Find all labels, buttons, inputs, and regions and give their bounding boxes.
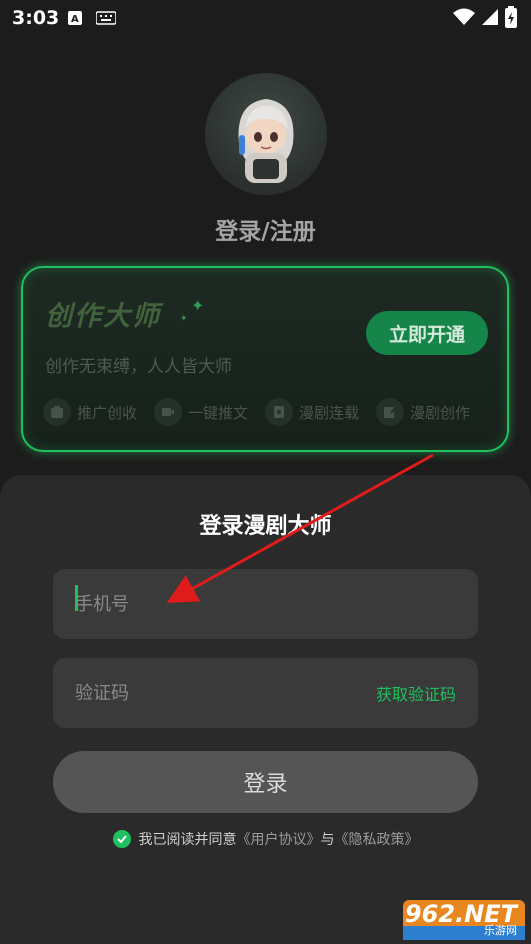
feature-label: 漫剧连载: [299, 403, 360, 422]
feature-label: 推广创收: [77, 403, 138, 422]
wifi-icon: [453, 8, 475, 30]
feature-label: 漫剧创作: [410, 403, 471, 422]
status-bar: 3:03 A: [0, 0, 531, 36]
status-time: 3:03: [12, 7, 60, 29]
check-icon: [116, 835, 127, 844]
login-sheet-title: 登录漫剧大师: [199, 514, 332, 539]
agreement-row: 我已阅读并同意 《用户协议》 与 《隐私政策》: [0, 829, 531, 849]
code-field[interactable]: 获取验证码: [53, 658, 478, 728]
phone-field[interactable]: [53, 569, 478, 639]
vip-subtitle: 创作无束缚，人人皆大师: [45, 357, 232, 377]
vip-title: 创作大师: [45, 301, 161, 332]
activate-now-button[interactable]: 立即开通: [366, 311, 488, 355]
edit-icon: [376, 398, 405, 426]
watermark-logo: 962.NET 乐游网: [403, 900, 525, 940]
login-sheet: 登录漫剧大师 获取验证码 登录 我已阅读并同意 《用户协议》 与 《隐私政策》: [0, 475, 531, 944]
vip-promo-card[interactable]: 创作大师 ✦ ✦ 创作无束缚，人人皆大师 立即开通 推广创收 一键推文 漫剧连载: [21, 266, 509, 452]
feature-item: 推广创收: [43, 398, 137, 426]
promo-icon: [43, 398, 71, 426]
code-input[interactable]: [75, 658, 355, 728]
accessibility-icon: A: [68, 10, 82, 29]
user-agreement-link[interactable]: 《用户协议》: [237, 829, 321, 849]
agreement-and: 与: [320, 832, 335, 848]
battery-icon: [505, 6, 517, 32]
privacy-policy-link[interactable]: 《隐私政策》: [335, 829, 419, 849]
feature-label: 一键推文: [188, 403, 249, 422]
agreement-checkbox[interactable]: [112, 830, 131, 848]
agreement-text: 我已阅读并同意: [138, 832, 237, 848]
keyboard-icon: [95, 10, 117, 29]
svg-text:A: A: [71, 14, 79, 25]
serial-icon: [265, 398, 294, 426]
page-title[interactable]: 登录/注册: [0, 212, 531, 246]
avatar[interactable]: [205, 73, 327, 195]
feature-item: 一键推文: [154, 398, 248, 426]
feature-item: 漫剧连载: [265, 398, 359, 426]
sparkle-small-icon: ✦: [180, 314, 188, 324]
sparkle-icon: ✦: [191, 296, 205, 315]
watermark-subtext: 乐游网: [484, 924, 517, 937]
vip-features: 推广创收 一键推文 漫剧连载 漫剧创作: [43, 398, 487, 426]
get-code-button[interactable]: 获取验证码: [376, 658, 456, 728]
feature-item: 漫剧创作: [376, 398, 470, 426]
login-button[interactable]: 登录: [53, 751, 478, 813]
avatar-figure: [238, 99, 294, 183]
phone-input[interactable]: [75, 569, 355, 639]
video-icon: [154, 398, 183, 426]
signal-icon: [481, 8, 499, 30]
